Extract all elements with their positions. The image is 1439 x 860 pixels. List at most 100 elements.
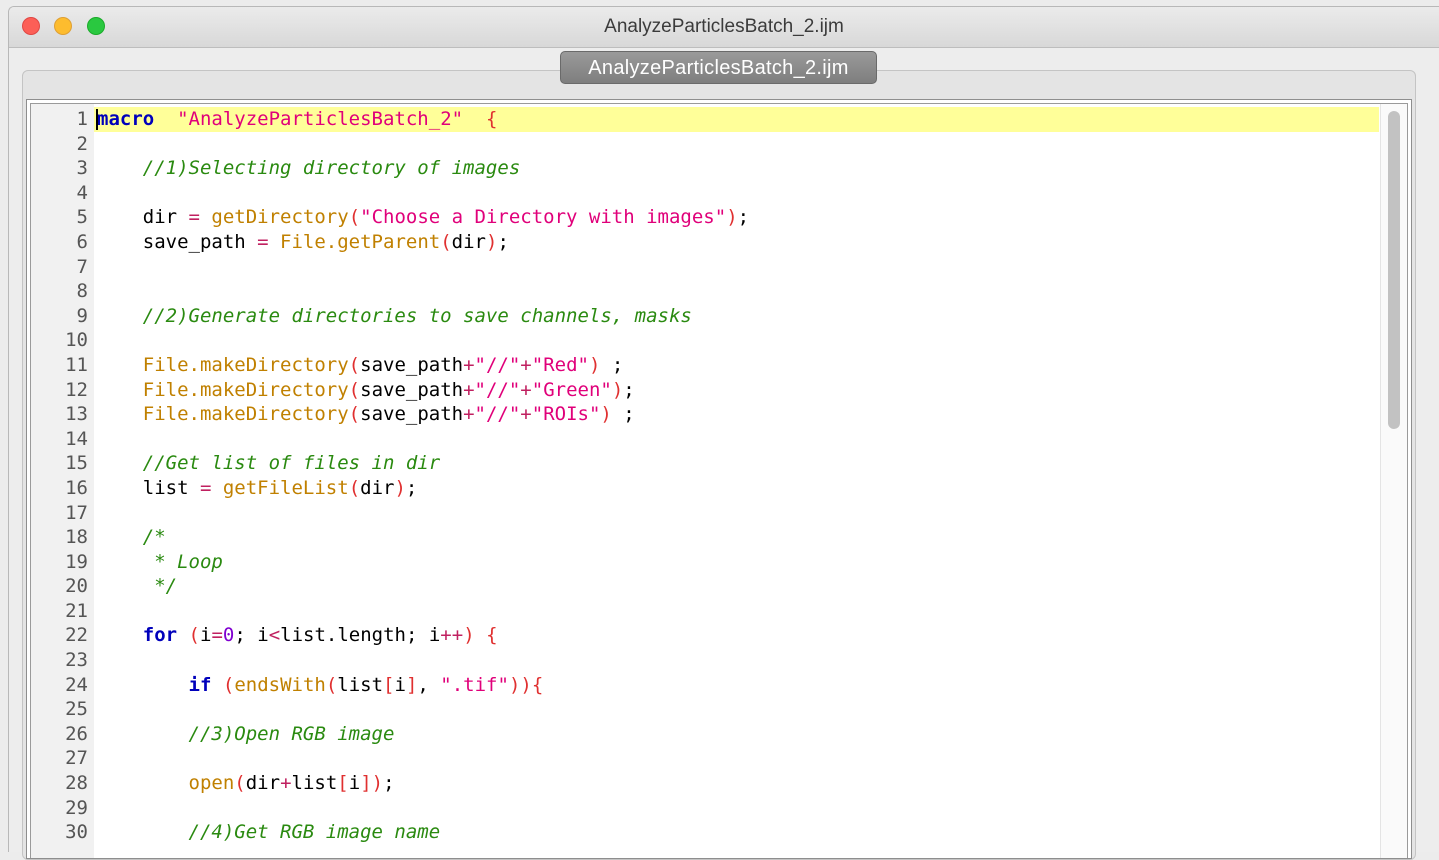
code-token: save_path bbox=[360, 403, 464, 426]
code-token: getDirectory bbox=[199, 206, 349, 229]
code-token: "Green" bbox=[531, 378, 612, 401]
code-line[interactable]: 4 bbox=[77, 181, 1379, 206]
code-token: */ bbox=[154, 575, 178, 598]
code-text: for (i=0; i<list.length; i++) { bbox=[97, 623, 498, 648]
line-number: 30 bbox=[65, 821, 88, 844]
code-token: ) bbox=[600, 403, 612, 426]
code-line[interactable]: 22 for (i=0; i<list.length; i++) { bbox=[65, 623, 1379, 648]
code-line[interactable]: 19 * Loop bbox=[65, 550, 1379, 575]
code-line[interactable]: 10 bbox=[65, 328, 1379, 353]
current-code-line[interactable]: 1 macro "AnalyzeParticlesBatch_2" { bbox=[77, 107, 1379, 132]
code-token: ) bbox=[463, 624, 475, 647]
line-number: 15 bbox=[65, 452, 88, 475]
code-line[interactable]: 21 bbox=[65, 599, 1379, 624]
code-token: //3)Open RGB image bbox=[188, 722, 395, 745]
code-line[interactable]: 27 bbox=[65, 746, 1379, 771]
line-number: 19 bbox=[65, 550, 88, 573]
code-token: * Loop bbox=[154, 550, 223, 573]
code-line[interactable]: 6 save_path = File.getParent(dir); bbox=[77, 230, 1379, 255]
code-line[interactable]: 25 bbox=[65, 697, 1379, 722]
code-token: ) bbox=[394, 476, 406, 499]
code-token: "ROIs" bbox=[531, 403, 601, 426]
code-text: //2)Generate directories to save channel… bbox=[97, 304, 692, 329]
code-editor-area[interactable]: 1 macro "AnalyzeParticlesBatch_2" {2 3 //1… bbox=[30, 103, 1408, 858]
code-line[interactable]: 12 File.makeDirectory(save_path+"//"+"Gr… bbox=[65, 378, 1379, 403]
vertical-scrollbar[interactable] bbox=[1380, 104, 1407, 858]
code-token: = bbox=[211, 624, 223, 647]
code-line[interactable]: 29 bbox=[65, 796, 1379, 821]
line-number: 16 bbox=[65, 476, 88, 499]
code-token: endsWith bbox=[234, 673, 326, 696]
code-line[interactable]: 26 //3)Open RGB image bbox=[65, 722, 1379, 747]
code-token: save_path bbox=[97, 230, 258, 253]
code-text: macro "AnalyzeParticlesBatch_2" { bbox=[97, 107, 497, 132]
code-token: save_path bbox=[360, 378, 464, 401]
code-text: File.makeDirectory(save_path+"//"+"Red")… bbox=[97, 353, 624, 378]
code-text: open(dir+list[i]); bbox=[97, 771, 395, 796]
code-line[interactable]: 17 bbox=[65, 501, 1379, 526]
code-token: //4)Get RGB image name bbox=[188, 821, 441, 844]
code-line[interactable]: 5 dir = getDirectory("Choose a Directory… bbox=[77, 205, 1379, 230]
code-text: */ bbox=[97, 574, 177, 599]
code-token: ; bbox=[405, 476, 418, 499]
code-token: open bbox=[188, 772, 235, 795]
code-line[interactable]: 20 */ bbox=[65, 574, 1379, 599]
code-line[interactable]: 11 File.makeDirectory(save_path+"//"+"Re… bbox=[65, 353, 1379, 378]
code-token: //1)Selecting directory of images bbox=[142, 157, 521, 180]
code-token: ) bbox=[726, 206, 738, 229]
code-line[interactable]: 18 /* bbox=[65, 525, 1379, 550]
scrollbar-thumb[interactable] bbox=[1388, 111, 1400, 429]
code-line[interactable]: 2 bbox=[77, 132, 1379, 157]
tab-script[interactable]: AnalyzeParticlesBatch_2.ijm bbox=[560, 51, 877, 84]
code-text: list = getFileList(dir); bbox=[97, 476, 418, 501]
code-text: dir = getDirectory("Choose a Directory w… bbox=[97, 205, 749, 230]
code-token: + bbox=[520, 403, 532, 426]
code-line[interactable]: 14 bbox=[65, 427, 1379, 452]
line-number: 17 bbox=[65, 501, 88, 524]
code-line[interactable]: 30 //4)Get RGB image name bbox=[65, 820, 1379, 845]
code-token: "//" bbox=[474, 353, 521, 376]
code-line[interactable]: 15 //Get list of files in dir bbox=[65, 451, 1379, 476]
code-text: //3)Open RGB image bbox=[97, 722, 395, 747]
code-token: File.makeDirectory bbox=[142, 403, 349, 426]
line-number: 5 bbox=[76, 206, 88, 229]
code-token: + bbox=[463, 353, 475, 376]
line-number: 18 bbox=[65, 526, 88, 549]
code-line[interactable]: 23 bbox=[65, 648, 1379, 673]
code-line[interactable]: 28 open(dir+list[i]); bbox=[65, 771, 1379, 796]
code-token: , bbox=[417, 673, 441, 696]
code-line[interactable]: 7 bbox=[77, 255, 1379, 280]
code-token: File.getParent bbox=[268, 230, 441, 253]
code-token: list bbox=[97, 476, 200, 499]
code-line[interactable]: 8 bbox=[77, 279, 1379, 304]
code-token: i bbox=[200, 624, 212, 647]
code-token: )) bbox=[508, 673, 532, 696]
code-line[interactable]: 3 //1)Selecting directory of images bbox=[77, 156, 1379, 181]
code-token: { bbox=[531, 673, 544, 696]
code-line[interactable]: 16 list = getFileList(dir); bbox=[65, 476, 1379, 501]
code-token: //Get list of files in dir bbox=[142, 452, 441, 475]
code-text: //Get list of files in dir bbox=[97, 451, 440, 476]
title-bar[interactable]: AnalyzeParticlesBatch_2.ijm bbox=[9, 7, 1439, 48]
code-token: list bbox=[337, 673, 384, 696]
code-line[interactable]: 24 if (endsWith(list[i], ".tif")){ bbox=[65, 673, 1379, 698]
code-token: getFileList bbox=[211, 476, 349, 499]
code-lines[interactable]: 1 macro "AnalyzeParticlesBatch_2" {2 3 //1… bbox=[65, 107, 1379, 845]
code-token: + bbox=[463, 403, 475, 426]
code-token: ( bbox=[234, 772, 246, 795]
line-number: 23 bbox=[65, 649, 88, 672]
code-token: "Red" bbox=[531, 353, 589, 376]
line-number: 8 bbox=[76, 280, 88, 303]
code-line[interactable]: 13 File.makeDirectory(save_path+"//"+"RO… bbox=[65, 402, 1379, 427]
code-text: File.makeDirectory(save_path+"//"+"ROIs"… bbox=[97, 402, 635, 427]
line-number: 21 bbox=[65, 599, 88, 622]
code-token: ( bbox=[188, 624, 200, 647]
code-line[interactable]: 9 //2)Generate directories to save chann… bbox=[77, 304, 1379, 329]
